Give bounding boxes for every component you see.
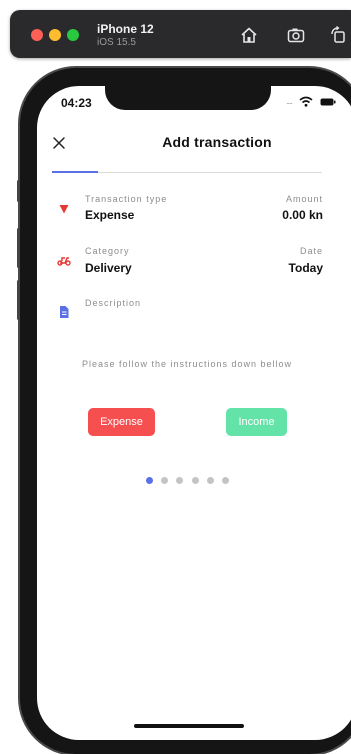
screenshot-icon[interactable] [286,25,306,45]
amount-label: Amount [285,194,323,204]
app-screen: 04:23 .... Add transaction Transaction t… [37,86,351,740]
date-label: Date [299,246,323,256]
category-label: Category [85,246,130,256]
rotate-icon[interactable] [329,25,349,45]
window-minimize-button[interactable] [49,29,61,41]
amount-value[interactable]: 0.00 kn [227,208,323,222]
device-os-version: iOS 15.5 [97,37,136,48]
device-name: iPhone 12 [97,22,154,36]
page-dot-5[interactable] [207,477,214,484]
document-icon [60,306,69,318]
category-value[interactable]: Delivery [85,261,132,275]
page-title-text: Add transaction [162,134,272,150]
instructions-text: Please follow the instructions down bell… [81,359,293,369]
window-close-button[interactable] [31,29,43,41]
signal-indicator: .... [286,96,293,106]
window-zoom-button[interactable] [67,29,79,41]
volume-up-button [17,228,20,268]
scooter-icon [57,257,71,266]
page-dot-4[interactable] [192,477,199,484]
date-value[interactable]: Today [227,261,323,275]
mute-switch [17,180,20,202]
expense-button[interactable]: Expense [88,408,155,436]
transaction-type-label: Transaction type [85,194,168,204]
triangle-down-icon [59,205,69,214]
home-indicator[interactable] [134,724,244,728]
status-time: 04:23 [61,96,92,110]
simulator-toolbar: iPhone 12 iOS 15.5 [10,10,351,58]
page-dot-2[interactable] [161,477,168,484]
battery-icon [320,98,336,106]
description-value[interactable] [85,312,321,328]
volume-down-button [17,280,20,320]
home-icon[interactable] [239,25,259,45]
page-dot-6[interactable] [222,477,229,484]
wifi-icon [299,96,313,107]
income-button[interactable]: Income [226,408,287,436]
description-label: Description [85,298,142,308]
page-dot-3[interactable] [176,477,183,484]
stepper-progress [52,171,98,173]
page-dot-1[interactable] [146,477,153,484]
transaction-type-value[interactable]: Expense [85,208,134,222]
page-title: Add transaction [37,134,337,150]
notch [105,86,271,110]
